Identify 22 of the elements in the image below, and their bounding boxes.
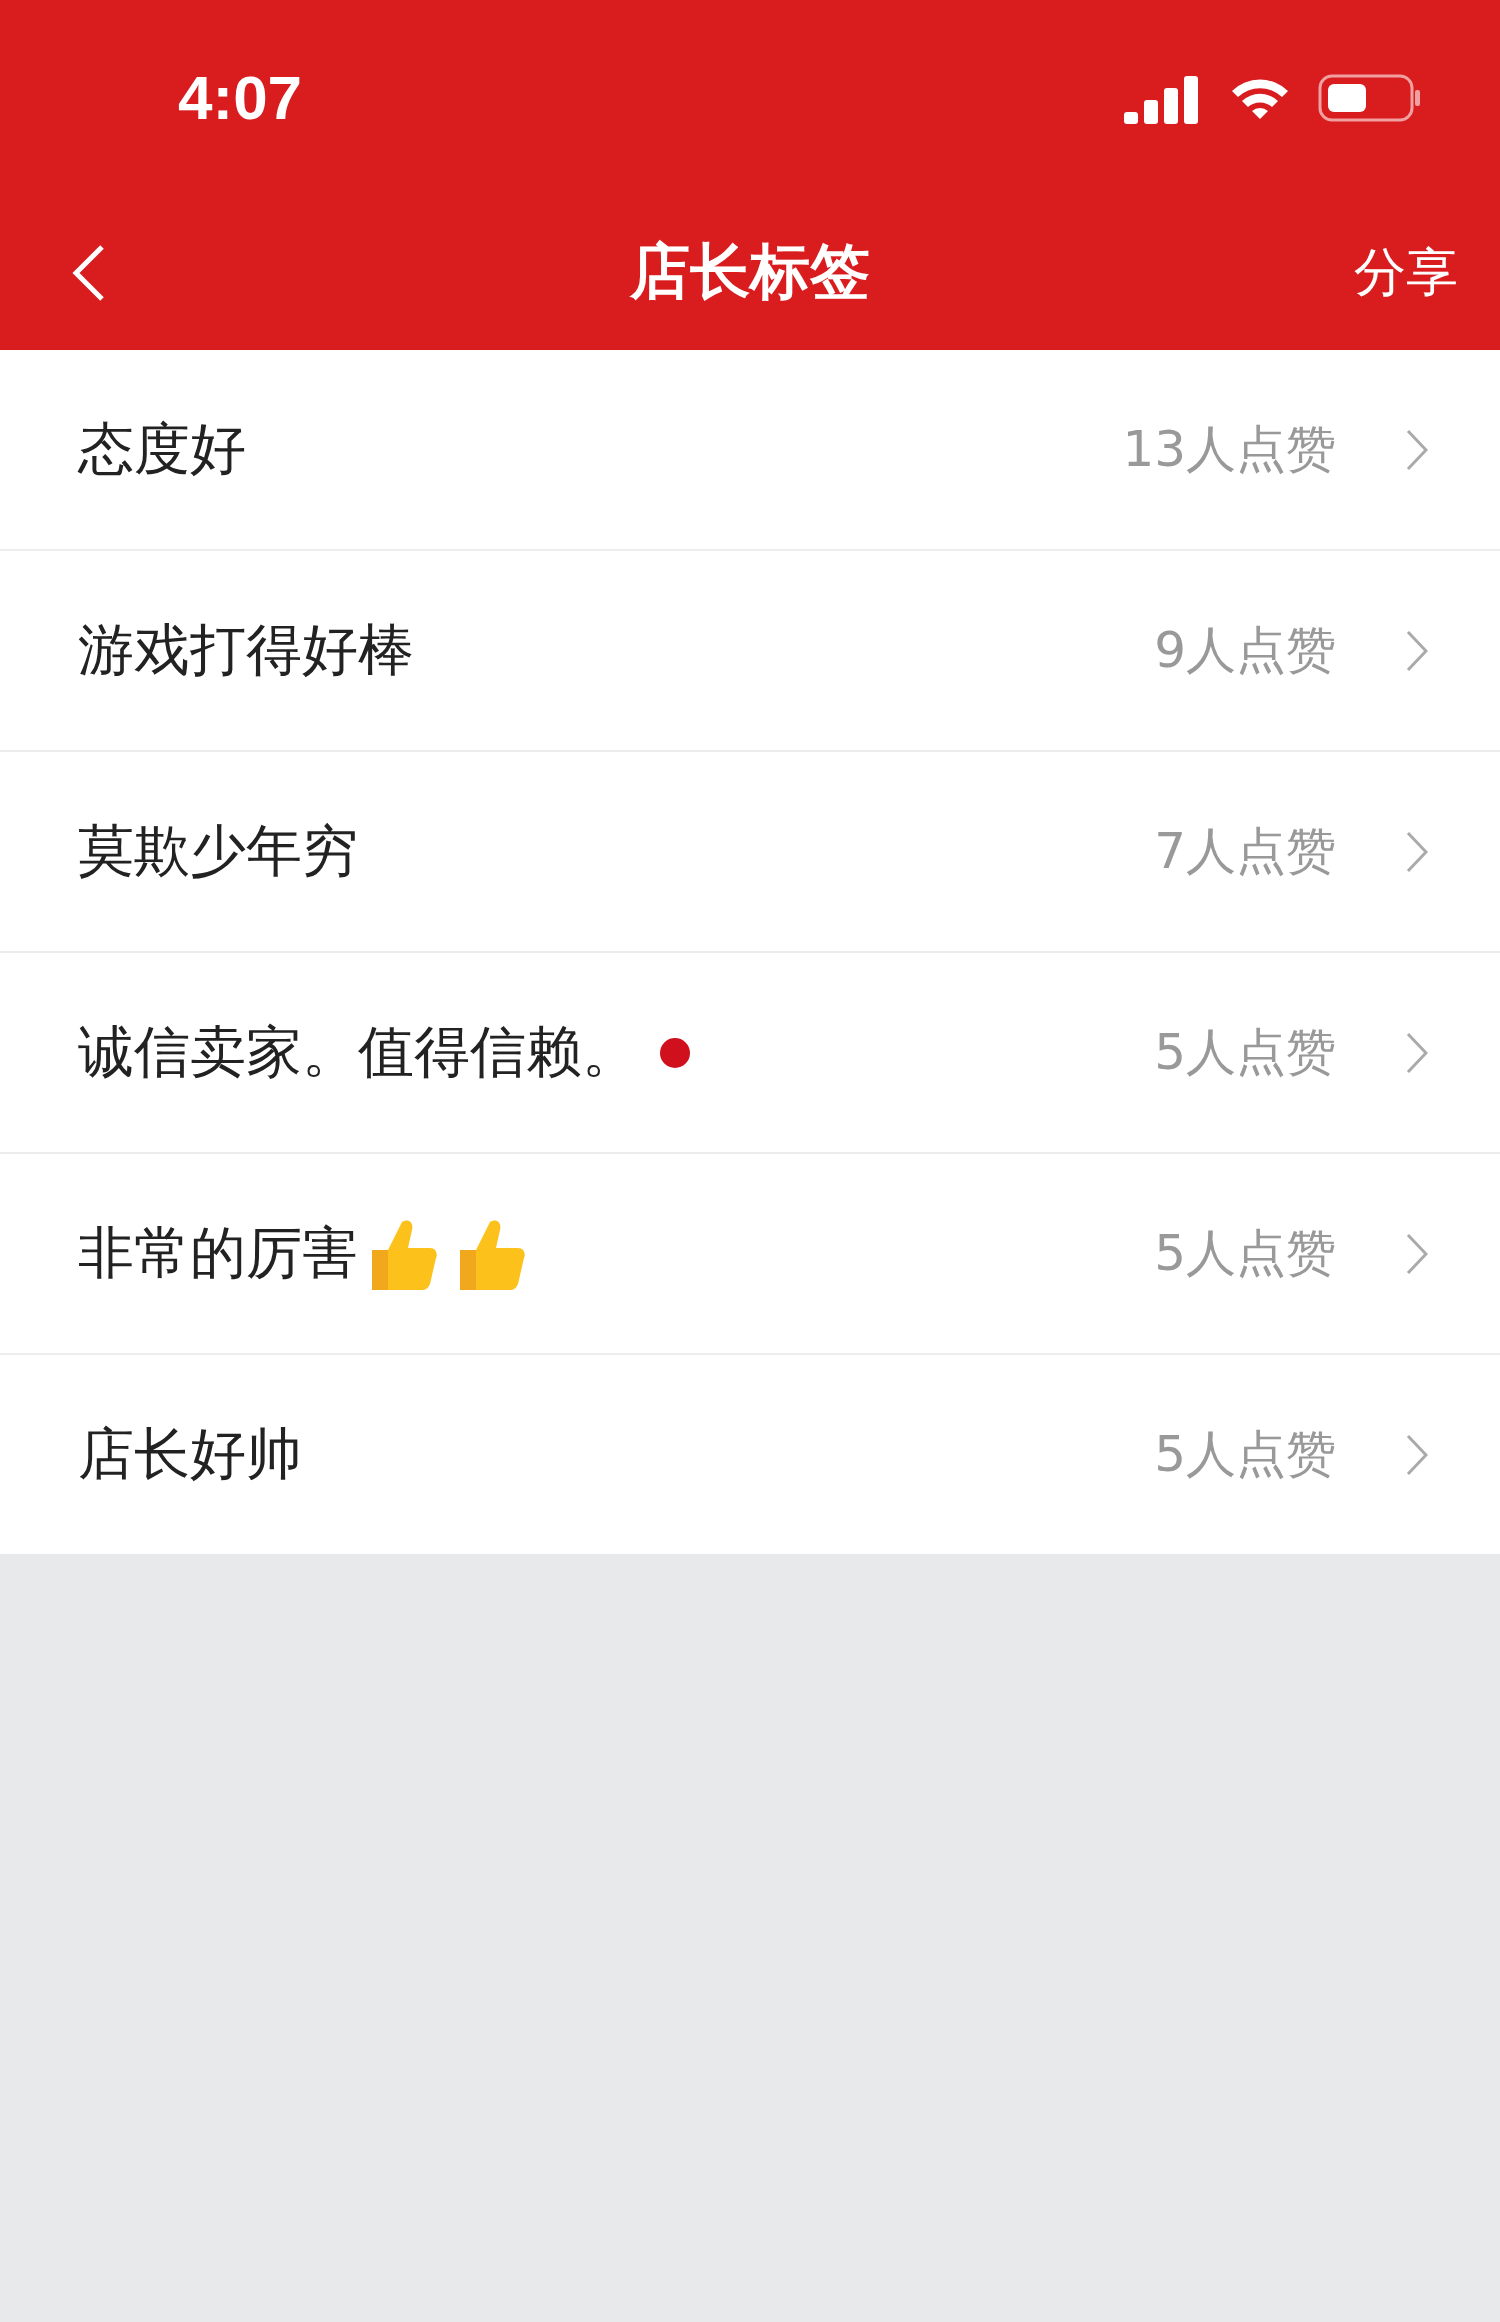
chevron-right-icon[interactable] bbox=[1406, 1232, 1428, 1275]
like-count: 7人点赞 bbox=[1154, 821, 1336, 882]
like-count: 5人点赞 bbox=[1154, 1022, 1336, 1083]
tag-label: 游戏打得好棒 bbox=[78, 615, 414, 684]
chevron-right-icon[interactable] bbox=[1406, 1433, 1428, 1476]
back-icon[interactable] bbox=[72, 242, 106, 303]
like-count: 5人点赞 bbox=[1154, 1424, 1336, 1485]
page-title: 店长标签 bbox=[630, 235, 870, 308]
like-count: 13人点赞 bbox=[1122, 419, 1336, 480]
tag-label: 态度好 bbox=[78, 414, 246, 483]
tag-label: 莫欺少年穷 bbox=[78, 816, 358, 885]
tag-label: 诚信卖家。值得信赖。 bbox=[78, 1017, 638, 1086]
status-time: 4:07 bbox=[178, 62, 303, 133]
chevron-right-icon[interactable] bbox=[1406, 629, 1428, 672]
tag-label: 店长好帅 bbox=[78, 1419, 302, 1488]
chevron-right-icon[interactable] bbox=[1406, 830, 1428, 873]
chevron-right-icon[interactable] bbox=[1406, 1031, 1428, 1074]
tag-label: 非常的厉害 bbox=[78, 1218, 358, 1287]
share-button[interactable]: 分享 bbox=[1354, 237, 1458, 308]
chevron-right-icon[interactable] bbox=[1406, 428, 1428, 471]
like-count: 9人点赞 bbox=[1154, 620, 1336, 681]
like-count: 5人点赞 bbox=[1154, 1223, 1336, 1284]
